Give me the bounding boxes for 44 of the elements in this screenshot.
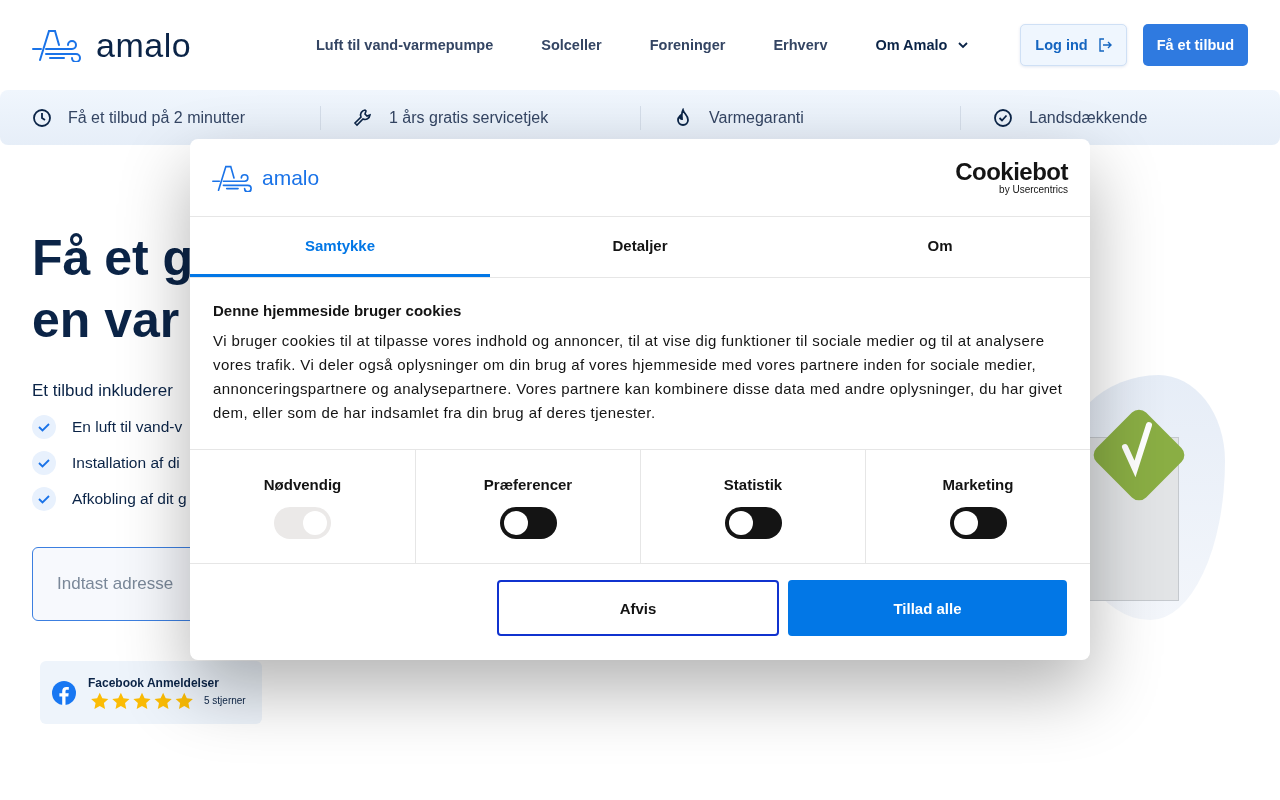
facebook-icon <box>52 680 76 705</box>
nav-link[interactable]: Luft til vand-varmepumpe <box>316 37 494 53</box>
check-icon <box>32 415 56 439</box>
nav-link[interactable]: Foreninger <box>649 37 726 53</box>
review-title: Facebook Anmeldelser <box>88 675 220 690</box>
get-offer-button[interactable]: Få et tilbud <box>1142 24 1248 66</box>
consent-label: Nødvendig <box>263 476 342 493</box>
cookiebot-logo-text: Cookiebot <box>955 160 1068 184</box>
check-icon <box>32 451 56 475</box>
dialog-tab[interactable]: Detaljer <box>490 217 790 277</box>
chevron-down-icon <box>957 41 970 49</box>
hero-title: en var <box>32 291 180 350</box>
nav-link[interactable]: Solceller <box>541 37 602 53</box>
consent-label: Statistik <box>723 476 783 493</box>
nav-link[interactable]: Om Amalo <box>875 37 970 53</box>
decline-button[interactable]: Afvis <box>497 580 779 636</box>
login-button[interactable]: Log ind <box>1020 24 1127 66</box>
cookiebot-subtitle: by Usercentrics <box>999 184 1068 195</box>
bullet-text: Installation af di <box>72 454 180 472</box>
feature-text: Landsdækkende <box>1029 108 1148 127</box>
feature-text: 1 års gratis servicetjek <box>389 108 549 127</box>
consent-toggle[interactable] <box>724 507 782 539</box>
consent-label: Præferencer <box>483 476 573 493</box>
wrench-icon <box>353 107 373 128</box>
nav-link[interactable]: Erhverv <box>773 37 828 53</box>
dialog-heading: Denne hjemmeside bruger cookies <box>213 302 463 319</box>
consent-toggle[interactable] <box>499 507 557 539</box>
dialog-tab[interactable]: Samtykke <box>190 217 490 277</box>
consent-label: Marketing <box>942 476 1014 493</box>
intro-text: Et tilbud inkluderer <box>32 381 173 401</box>
logo-text: amalo <box>96 28 192 62</box>
check-circle-icon <box>993 107 1013 128</box>
dialog-tab[interactable]: Om <box>790 217 1090 277</box>
allow-all-button[interactable]: Tillad alle <box>788 580 1067 636</box>
clock-icon <box>32 107 52 128</box>
bullet-text: Afkobling af dit g <box>72 490 187 508</box>
rating-caption: 5 stjerner <box>204 695 246 706</box>
feature-text: Varmegaranti <box>709 108 804 127</box>
bullet-text: En luft til vand-v <box>72 418 183 436</box>
check-icon <box>32 487 56 511</box>
logo-text: amalo <box>262 165 320 190</box>
dialog-text: Vi bruger cookies til at tilpasse vores indhold og annoncer, til at vise dig funktioner til sociale medier og til at analysere vores trafik. Vi deler også oplysninger om din brug af vores hjemmeside med vores partnere inden for sociale medier, annonceringspartnere og analysepartnere. Vores partnere kan kombinere disse data med andre oplysninger, du har givet dem, eller som de har indsamlet fra din brug af deres tjenester. <box>213 331 1064 423</box>
feature-text: Få et tilbud på 2 minutter <box>68 108 245 127</box>
consent-toggle[interactable] <box>949 507 1007 539</box>
